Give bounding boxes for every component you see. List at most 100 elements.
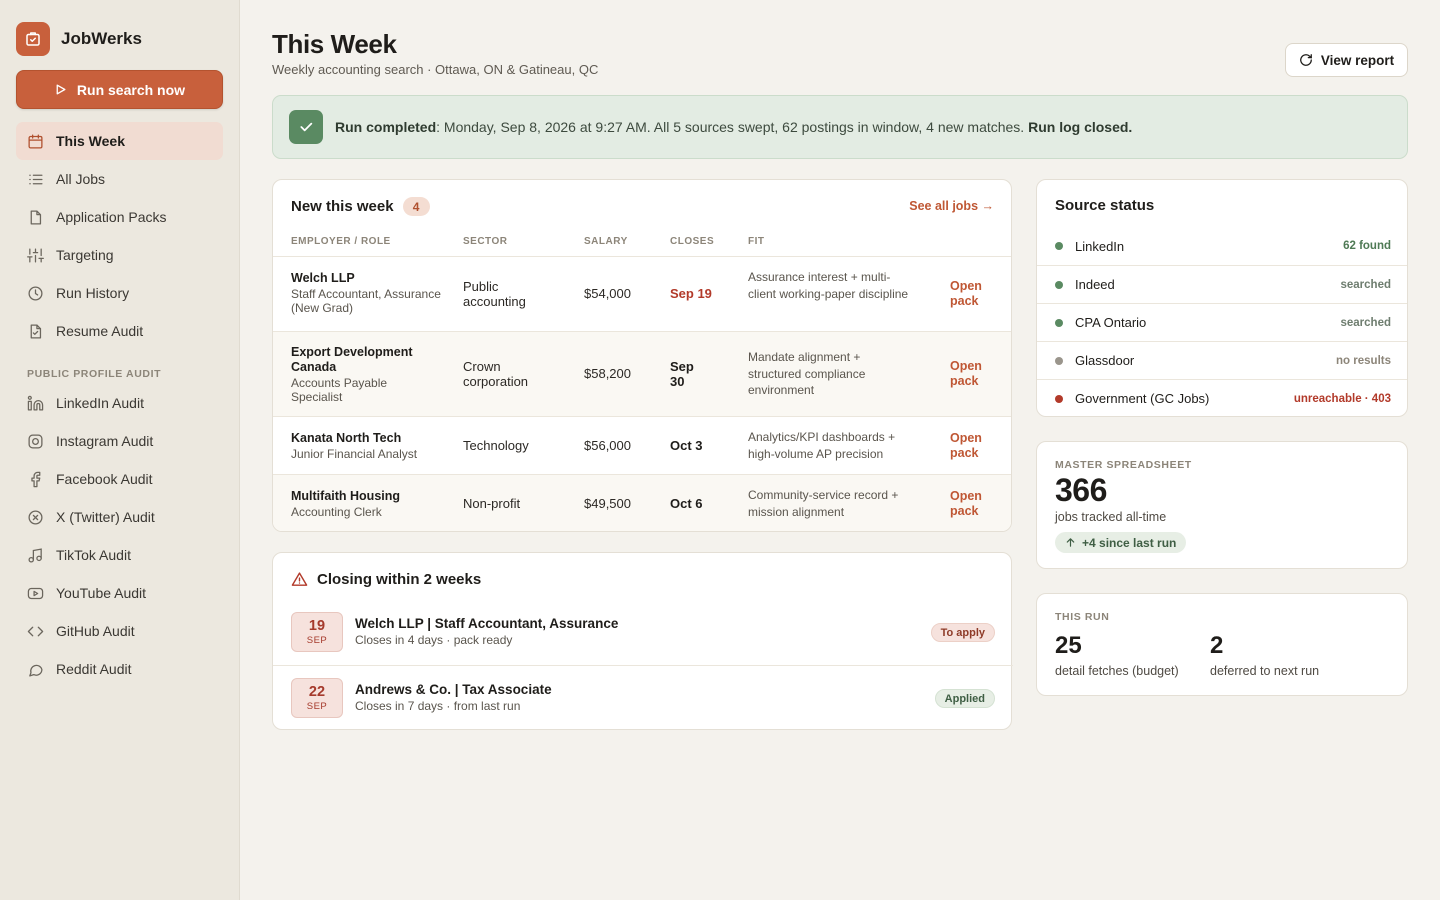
role-title: Accounting Clerk xyxy=(291,505,382,519)
code-icon xyxy=(27,626,44,636)
closing-job-title: Welch LLP | Staff Accountant, Assurance xyxy=(355,616,619,631)
nav-label: This Week xyxy=(56,133,125,149)
source-row: Government (GC Jobs) unreachable · 403 xyxy=(1037,379,1407,416)
nav-item-instagram-audit[interactable]: Instagram Audit xyxy=(16,422,223,460)
table-row[interactable]: Welch LLP Staff Accountant, Assurance (N… xyxy=(273,256,1011,331)
delta-badge: +4 since last run xyxy=(1055,532,1187,553)
warning-icon xyxy=(291,572,308,586)
nav-item-linkedin-audit[interactable]: LinkedIn Audit xyxy=(16,384,223,422)
nav-label: All Jobs xyxy=(56,171,106,187)
source-status-card: Source status LinkedIn 62 found Indeed s… xyxy=(1036,179,1408,417)
nav-label: Application Packs xyxy=(56,209,167,225)
employer-name: Export Development Canada xyxy=(291,345,413,374)
view-report-label: View report xyxy=(1320,52,1395,68)
list-item[interactable]: 22 SEP Andrews & Co. | Tax Associate Clo… xyxy=(273,665,1013,730)
view-report-button[interactable]: View report xyxy=(1285,43,1408,77)
brand[interactable]: JobWerks xyxy=(16,22,142,56)
nav-item-facebook-audit[interactable]: Facebook Audit xyxy=(16,460,223,498)
master-spreadsheet-card: MASTER SPREADSHEET 366 jobs tracked all-… xyxy=(1036,441,1408,569)
sidebar: JobWerks Run search now This Week All Jo… xyxy=(0,0,240,900)
date-badge: 22 SEP xyxy=(291,678,343,718)
nav-item-all-jobs[interactable]: All Jobs xyxy=(16,160,223,198)
status-badge: To apply xyxy=(930,623,995,642)
jobs-tracked-caption: jobs tracked all-time xyxy=(1055,510,1167,524)
delta-text: +4 since last run xyxy=(1082,535,1177,550)
date-badge: 19 SEP xyxy=(291,612,343,652)
closing-job-sub: Closes in 7 days · from last run xyxy=(355,699,521,713)
nav-item-x-audit[interactable]: X (Twitter) Audit xyxy=(16,498,223,536)
open-pack-link[interactable]: Open pack xyxy=(950,359,990,389)
stat-caption: detail fetches (budget) xyxy=(1055,664,1179,678)
nav-item-tiktok-audit[interactable]: TikTok Audit xyxy=(16,536,223,574)
count-badge: 4 xyxy=(402,197,430,216)
sidebar-nav: This Week All Jobs Application Packs Tar… xyxy=(16,122,223,688)
nav-label: Reddit Audit xyxy=(56,661,132,677)
instagram-icon xyxy=(28,433,43,449)
role-title: Junior Financial Analyst xyxy=(291,447,418,461)
salary: $58,200 xyxy=(584,366,631,381)
run-search-button[interactable]: Run search now xyxy=(16,70,223,109)
source-row: Glassdoor no results xyxy=(1037,341,1407,379)
stat-caption: deferred to next run xyxy=(1210,664,1320,678)
clock-icon xyxy=(28,285,43,301)
date-month: SEP xyxy=(306,701,328,712)
source-status: no results xyxy=(1336,354,1391,367)
arrow-up-icon xyxy=(1066,538,1075,547)
close-date: Sep 19 xyxy=(670,286,712,301)
nav-label: Resume Audit xyxy=(56,323,144,339)
list-icon xyxy=(29,174,43,184)
table-row[interactable]: Export Development Canada Accounts Payab… xyxy=(273,331,1011,416)
column-header: SALARY xyxy=(584,236,628,247)
sector: Non-profit xyxy=(463,496,521,511)
source-status: 62 found xyxy=(1343,240,1391,252)
card-title: New this week xyxy=(291,198,394,215)
employer-name: Kanata North Tech xyxy=(291,431,402,445)
status-dot xyxy=(1055,356,1063,365)
fit-note: Mandate alignment + structured complianc… xyxy=(748,350,866,397)
source-status: searched xyxy=(1340,316,1391,329)
calendar-icon xyxy=(28,133,43,149)
column-header: FIT xyxy=(748,236,765,247)
music-note-icon xyxy=(28,547,42,563)
card-eyebrow: MASTER SPREADSHEET xyxy=(1055,459,1192,471)
nav-label: X (Twitter) Audit xyxy=(56,509,155,525)
card-eyebrow: THIS RUN xyxy=(1055,611,1110,623)
nav-section-label: PUBLIC PROFILE AUDIT xyxy=(27,368,162,380)
nav-item-youtube-audit[interactable]: YouTube Audit xyxy=(16,574,223,612)
x-icon xyxy=(28,509,43,525)
sector: Crown corporation xyxy=(463,359,529,389)
source-row: Indeed searched xyxy=(1037,265,1407,303)
nav-item-reddit-audit[interactable]: Reddit Audit xyxy=(16,650,223,688)
open-pack-link[interactable]: Open pack xyxy=(950,431,990,461)
nav-label: TikTok Audit xyxy=(56,547,131,563)
nav-item-this-week[interactable]: This Week xyxy=(16,122,223,160)
nav-item-resume-audit[interactable]: Resume Audit xyxy=(16,312,223,350)
page-subtitle: Weekly accounting search · Ottawa, ON & … xyxy=(272,62,599,77)
table-row[interactable]: Kanata North Tech Junior Financial Analy… xyxy=(273,416,1011,474)
column-header: SECTOR xyxy=(463,236,508,247)
see-all-jobs-link[interactable]: See all jobs → xyxy=(909,199,994,213)
source-name: LinkedIn xyxy=(1075,238,1125,254)
date-day: 19 xyxy=(308,618,326,634)
briefcase-check-icon xyxy=(16,22,50,56)
status-dot xyxy=(1055,394,1063,403)
source-name: CPA Ontario xyxy=(1075,315,1147,330)
column-header: EMPLOYER / ROLE xyxy=(291,236,391,247)
nav-item-github-audit[interactable]: GitHub Audit xyxy=(16,612,223,650)
run-status-banner: Run completed: Monday, Sep 8, 2026 at 9:… xyxy=(272,95,1408,159)
nav-item-run-history[interactable]: Run History xyxy=(16,274,223,312)
nav-item-targeting[interactable]: Targeting xyxy=(16,236,223,274)
open-pack-link[interactable]: Open pack xyxy=(950,279,990,309)
nav-item-application-packs[interactable]: Application Packs xyxy=(16,198,223,236)
date-day: 22 xyxy=(308,684,326,700)
employer-name: Welch LLP xyxy=(291,271,355,285)
fit-note: Assurance interest + multi-client workin… xyxy=(748,270,909,301)
table-row[interactable]: Multifaith Housing Accounting Clerk Non-… xyxy=(273,474,1011,531)
banner-tail: Run log closed. xyxy=(1028,119,1133,135)
fit-note: Analytics/KPI dashboards + high-volume A… xyxy=(748,430,896,461)
column-header: CLOSES xyxy=(670,236,715,247)
app-name: JobWerks xyxy=(61,29,142,48)
closing-job-sub: Closes in 4 days · pack ready xyxy=(355,633,513,647)
fit-note: Community-service record + mission align… xyxy=(748,488,899,519)
open-pack-link[interactable]: Open pack xyxy=(950,489,990,519)
